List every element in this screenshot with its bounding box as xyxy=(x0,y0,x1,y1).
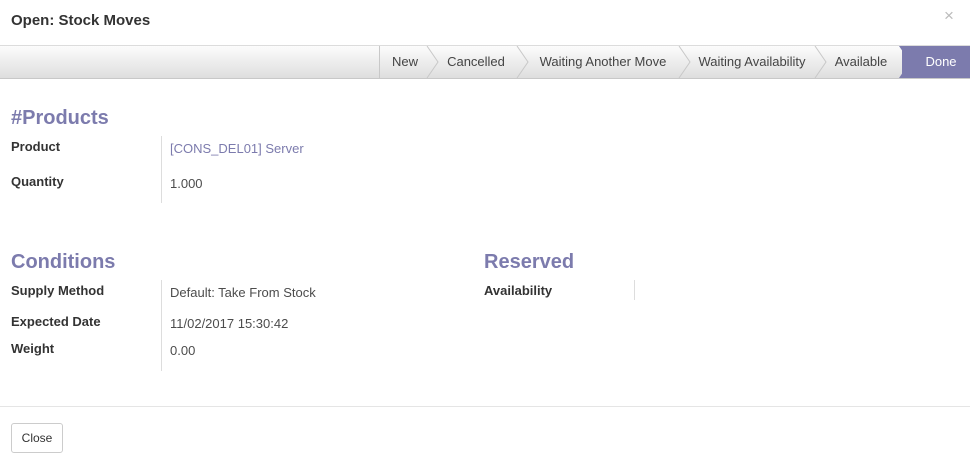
availability-label: Availability xyxy=(484,283,553,298)
stage-chevron xyxy=(426,46,439,78)
stage-new[interactable]: New xyxy=(380,46,430,78)
expected-date-label: Expected Date xyxy=(11,314,101,329)
close-button[interactable]: Close xyxy=(11,423,63,453)
footer-divider xyxy=(0,406,970,407)
stage-chevron xyxy=(678,46,691,78)
supply-method-label: Supply Method xyxy=(11,283,105,298)
supply-method-value: Default: Take From Stock xyxy=(170,285,316,300)
field-divider xyxy=(161,136,162,203)
product-link[interactable]: [CONS_DEL01] Server xyxy=(170,141,304,156)
products-section-title: #Products xyxy=(11,107,109,129)
stage-cancelled[interactable]: Cancelled xyxy=(430,46,522,78)
dialog-header: Open: Stock Moves × xyxy=(0,0,970,45)
status-bar: New Cancelled Waiting Another Move Waiti… xyxy=(0,45,970,79)
weight-value: 0.00 xyxy=(170,343,196,358)
stage-chevron xyxy=(814,46,827,78)
close-icon[interactable]: × xyxy=(944,7,954,24)
expected-date-value: 11/02/2017 15:30:42 xyxy=(170,316,289,331)
stage-chevron xyxy=(516,46,529,78)
quantity-value: 1.000 xyxy=(170,176,203,191)
stage-done-arrow xyxy=(899,46,913,78)
field-divider xyxy=(634,280,635,300)
stage-waiting-another-move[interactable]: Waiting Another Move xyxy=(522,46,684,78)
product-label: Product xyxy=(11,139,61,154)
dialog-title: Open: Stock Moves xyxy=(11,12,151,29)
stage-waiting-availability[interactable]: Waiting Availability xyxy=(684,46,820,78)
stage-divider xyxy=(379,46,380,78)
stage-available[interactable]: Available xyxy=(820,46,902,78)
reserved-section-title: Reserved xyxy=(484,251,575,273)
conditions-section-title: Conditions xyxy=(11,251,116,273)
field-divider xyxy=(161,280,162,371)
weight-label: Weight xyxy=(11,341,55,356)
quantity-label: Quantity xyxy=(11,174,64,189)
